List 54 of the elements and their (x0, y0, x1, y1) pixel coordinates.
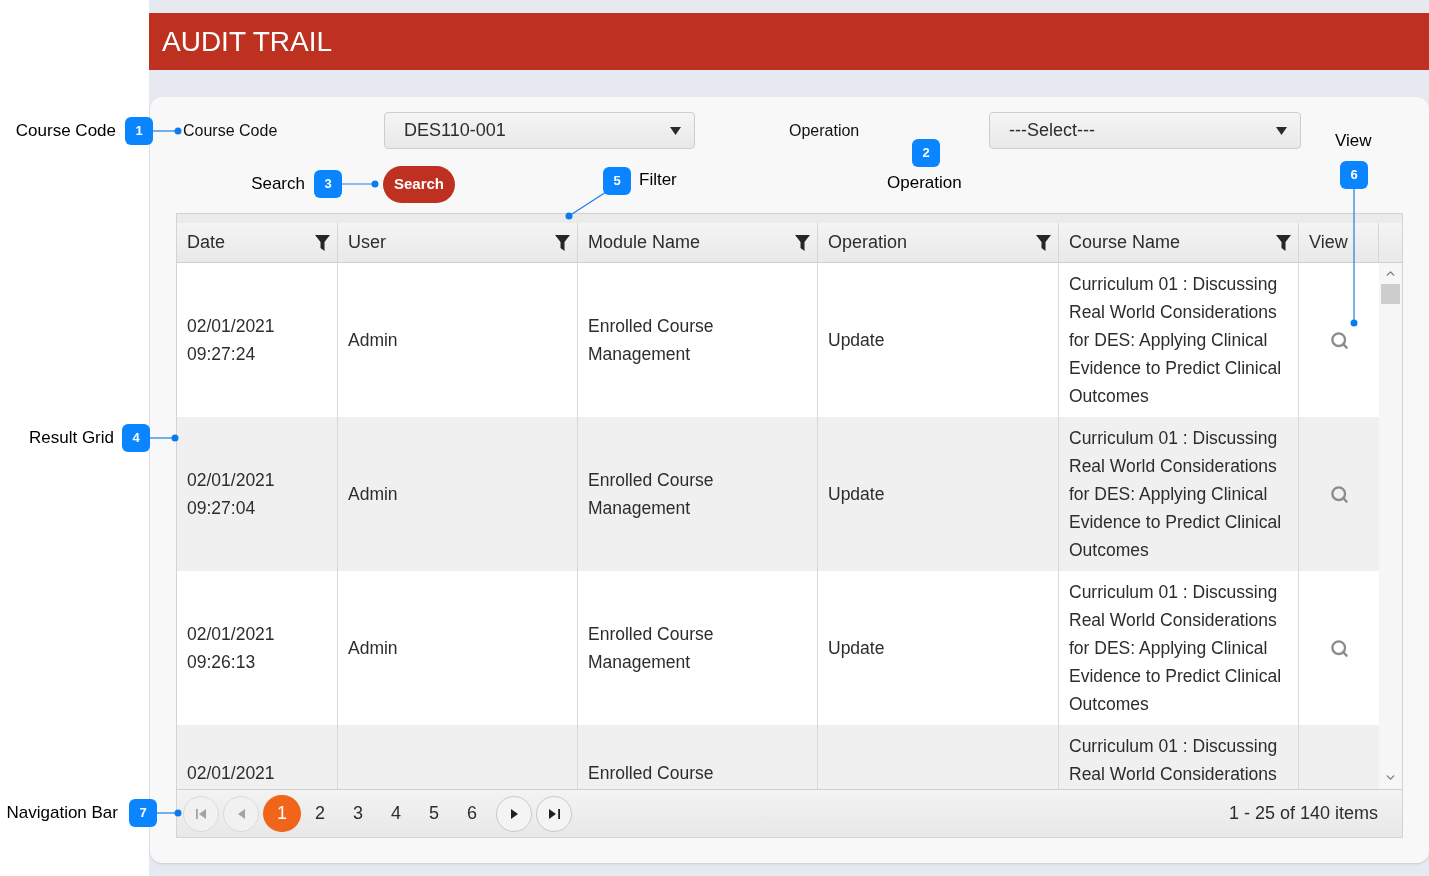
page-title: AUDIT TRAIL (162, 27, 333, 56)
triangle-left-icon (237, 808, 245, 819)
callout-label: Operation (887, 172, 962, 194)
callout-label: Course Code (15, 120, 116, 142)
search-button[interactable]: Search (383, 166, 455, 203)
callout-badge: 4 (122, 424, 150, 452)
callout-label: Filter (639, 169, 677, 191)
callout-label: Navigation Bar (6, 802, 118, 824)
leader-line (157, 809, 182, 817)
last-page-button[interactable] (536, 795, 572, 832)
field-label: Course Code (183, 120, 279, 141)
callout-badge: 1 (125, 117, 153, 145)
callout-badge: 7 (129, 799, 157, 827)
callout-label: View (1335, 130, 1372, 152)
operation-dropdown[interactable]: ---Select--- (989, 112, 1301, 149)
leader-line (150, 434, 179, 442)
filter-icon[interactable] (555, 234, 570, 251)
skip-back-icon (195, 808, 207, 819)
callout-badge: 3 (314, 170, 342, 198)
next-page-button[interactable] (496, 795, 532, 832)
skip-forward-icon (548, 808, 560, 819)
callout-label: Search (251, 173, 305, 195)
page-number-button[interactable]: 5 (415, 795, 453, 832)
filter-icon[interactable] (315, 234, 330, 251)
course-code-dropdown[interactable]: DES110-001 (384, 112, 695, 149)
page-number-button[interactable]: 3 (339, 795, 377, 832)
column-header[interactable]: Course Name (1059, 223, 1299, 262)
column-header[interactable]: Date (177, 223, 338, 262)
filter-icon[interactable] (1036, 234, 1051, 251)
column-header[interactable]: Operation (818, 223, 1059, 262)
leader-line (342, 180, 379, 188)
callout-label: Result Grid (28, 427, 114, 449)
filter-icon[interactable] (795, 234, 810, 251)
column-header[interactable]: View (1299, 223, 1379, 262)
page-number-button[interactable]: 6 (453, 795, 491, 832)
column-header[interactable]: Module Name (578, 223, 818, 262)
leader-line (564, 189, 608, 220)
field-label: Operation (789, 120, 861, 141)
leader-line (153, 127, 182, 135)
filter-icon[interactable] (1276, 234, 1291, 251)
scrollbar-thumb[interactable] (1381, 284, 1400, 304)
callout-badge: 6 (1340, 161, 1368, 189)
search-icon[interactable] (1329, 330, 1349, 350)
page-number-button[interactable]: 4 (377, 795, 415, 832)
column-header[interactable]: User (338, 223, 578, 262)
item-count-text: 1 - 25 of 140 items (1228, 802, 1378, 825)
caret-icon (670, 126, 681, 135)
page-number-button[interactable]: 2 (301, 795, 339, 832)
triangle-right-icon (510, 808, 518, 819)
search-icon[interactable] (1329, 638, 1349, 658)
search-icon[interactable] (1329, 484, 1349, 504)
caret-icon (1276, 126, 1287, 135)
callout-badge: 5 (603, 167, 631, 195)
callout-badge: 2 (912, 139, 940, 167)
